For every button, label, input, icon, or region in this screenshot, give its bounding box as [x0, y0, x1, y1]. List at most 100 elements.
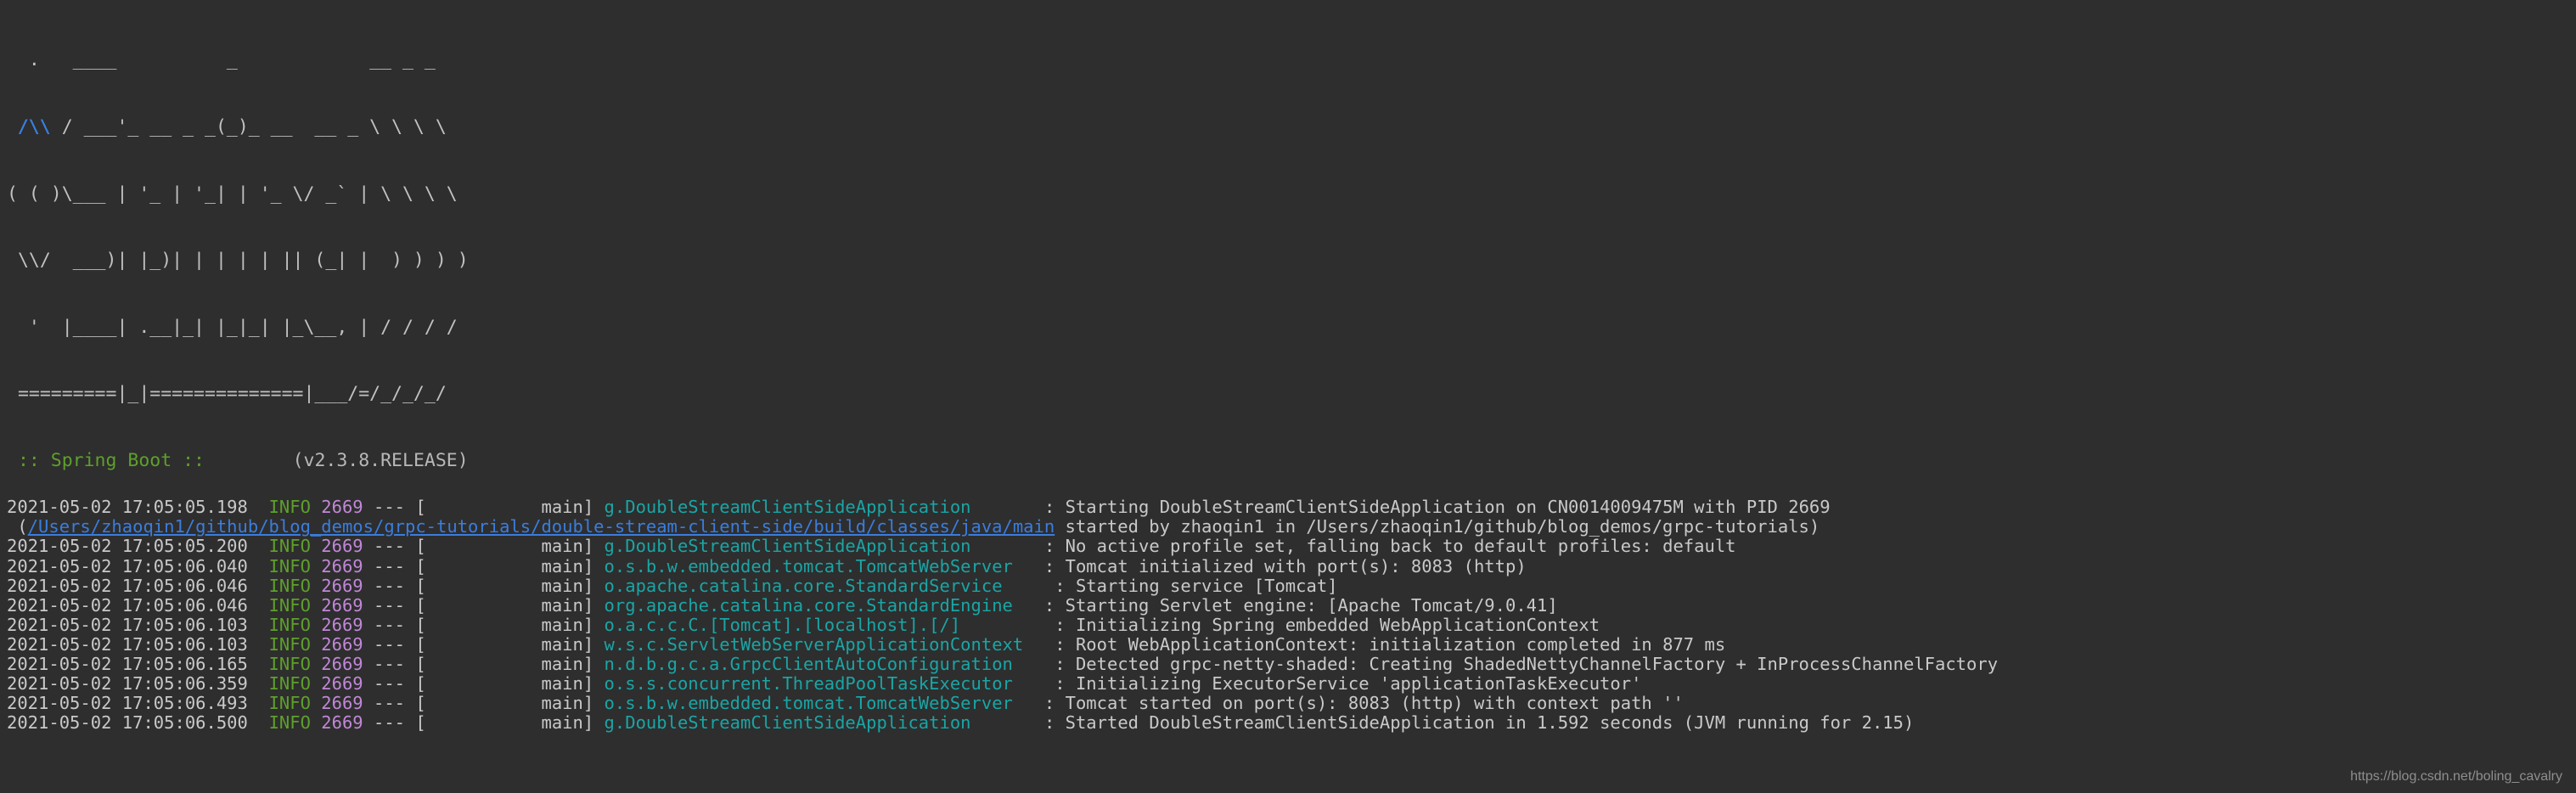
log-colon: : — [1055, 654, 1076, 675]
log-timestamp: 2021-05-02 17:05:06.493 — [7, 693, 269, 714]
banner-footer-spacer — [216, 450, 293, 471]
log-logger-pad — [1013, 654, 1055, 674]
log-separator: --- — [374, 536, 406, 557]
log-pid: 2669 — [321, 654, 363, 675]
log-separator: --- — [374, 693, 406, 714]
log-line: 2021-05-02 17:05:06.103 INFO 2669 --- [ … — [7, 614, 2576, 635]
log-colon: : — [1043, 497, 1066, 518]
log-space-2 — [363, 497, 374, 517]
log-space-3 — [405, 673, 415, 694]
log-separator: --- — [374, 654, 406, 675]
log-line: 2021-05-02 17:05:05.198 INFO 2669 --- [ … — [7, 498, 2576, 517]
log-separator: --- — [374, 575, 406, 596]
log-thread: [ main] — [415, 594, 594, 616]
log-thread: [ main] — [415, 712, 594, 734]
log-space-4 — [593, 576, 604, 596]
log-colon: : — [1043, 712, 1066, 734]
log-space-1 — [311, 497, 321, 517]
log-colon: : — [1043, 536, 1066, 557]
log-message: Initializing Spring embedded WebApplicat… — [1075, 614, 1600, 635]
log-space-3 — [405, 576, 415, 596]
log-timestamp: 2021-05-02 17:05:06.103 — [7, 633, 269, 655]
log-thread: [ main] — [415, 614, 594, 635]
log-space-4 — [593, 654, 604, 674]
log-colon: : — [1043, 555, 1066, 576]
spring-boot-ascii-banner: . ____ _ __ _ _ /\\ / ___'_ __ _ _(_)_ _… — [0, 5, 2576, 450]
banner-line-4: \\/ ___)| |_)| | | | | || (_| | ) ) ) ) — [7, 250, 469, 272]
log-level: INFO — [268, 693, 311, 714]
log-level: INFO — [268, 555, 311, 576]
log-timestamp: 2021-05-02 17:05:06.046 — [7, 575, 269, 596]
log-pid: 2669 — [321, 497, 363, 518]
log-timestamp: 2021-05-02 17:05:06.165 — [7, 654, 269, 675]
log-logger-pad — [1013, 693, 1044, 713]
log-logger: o.s.b.w.embedded.tomcat.TomcatWebServer — [604, 693, 1013, 714]
log-logger: g.DoubleStreamClientSideApplication — [604, 712, 971, 734]
log-pid: 2669 — [321, 693, 363, 714]
banner-line-5: ' |____| .__|_| |_|_| |_\__, | / / / / — [7, 316, 458, 338]
log-line: 2021-05-02 17:05:06.493 INFO 2669 --- [ … — [7, 694, 2576, 713]
log-space-2 — [363, 615, 374, 635]
console-output-pane: . ____ _ __ _ _ /\\ / ___'_ __ _ _(_)_ _… — [0, 0, 2576, 793]
log-logger: o.s.s.concurrent.ThreadPoolTaskExecutor — [604, 673, 1013, 695]
log-colon: : — [1043, 693, 1066, 714]
log-logger: o.a.c.c.C.[Tomcat].[localhost].[/] — [604, 614, 961, 635]
log-space-4 — [593, 712, 604, 733]
banner-footer: :: Spring Boot :: (v2.3.8.RELEASE) — [0, 450, 2576, 472]
log-level: INFO — [268, 673, 311, 695]
log-space-1 — [311, 693, 321, 713]
log-timestamp: 2021-05-02 17:05:06.046 — [7, 594, 269, 616]
log-logger-pad — [1013, 556, 1044, 576]
log-separator: --- — [374, 555, 406, 576]
log-separator: --- — [374, 712, 406, 734]
log-logger-pad — [960, 615, 1055, 635]
classpath-link[interactable]: /Users/zhaoqin1/github/blog_demos/grpc-t… — [28, 516, 1055, 537]
log-space-3 — [405, 536, 415, 556]
log-thread: [ main] — [415, 575, 594, 596]
banner-line-6: =========|_|==============|___/=/_/_/_/ — [7, 383, 447, 405]
log-space-4 — [593, 693, 604, 713]
log-space-2 — [363, 536, 374, 556]
log-continuation-suffix: started by zhaoqin1 in /Users/zhaoqin1/g… — [1055, 516, 1820, 537]
log-logger: w.s.c.ServletWebServerApplicationContext — [604, 633, 1024, 655]
log-thread: [ main] — [415, 693, 594, 714]
log-message: Starting DoubleStreamClientSideApplicati… — [1065, 497, 1831, 518]
log-pid: 2669 — [321, 575, 363, 596]
log-line: 2021-05-02 17:05:06.500 INFO 2669 --- [ … — [7, 713, 2576, 733]
banner-line-1: . ____ _ __ _ _ — [7, 49, 436, 71]
log-colon: : — [1055, 614, 1076, 635]
log-space-2 — [363, 673, 374, 694]
log-level: INFO — [268, 497, 311, 518]
watermark-url: https://blog.csdn.net/boling_cavalry — [2350, 769, 2562, 784]
log-colon: : — [1055, 575, 1076, 596]
log-space-4 — [593, 595, 604, 616]
log-space-2 — [363, 576, 374, 596]
log-thread: [ main] — [415, 633, 594, 655]
log-thread: [ main] — [415, 673, 594, 695]
log-logger-pad — [971, 536, 1044, 556]
log-message: Starting Servlet engine: [Apache Tomcat/… — [1065, 594, 1558, 616]
log-space-4 — [593, 673, 604, 694]
log-logger-pad — [1013, 595, 1044, 616]
log-line: 2021-05-02 17:05:06.040 INFO 2669 --- [ … — [7, 555, 2576, 576]
log-space-2 — [363, 634, 374, 655]
log-logger: g.DoubleStreamClientSideApplication — [604, 497, 971, 518]
log-line-continuation: (/Users/zhaoqin1/github/blog_demos/grpc-… — [7, 517, 2576, 537]
log-logger: o.apache.catalina.core.StandardService — [604, 575, 1003, 596]
log-level: INFO — [268, 614, 311, 635]
log-line: 2021-05-02 17:05:06.165 INFO 2669 --- [ … — [7, 654, 2576, 675]
log-pid: 2669 — [321, 712, 363, 734]
log-space-3 — [405, 693, 415, 713]
log-space-2 — [363, 693, 374, 713]
log-pid: 2669 — [321, 673, 363, 695]
banner-line-2-text: /\\ / ___'_ __ _ _(_)_ __ __ _ \ \ \ \ — [7, 116, 447, 138]
spring-boot-version: (v2.3.8.RELEASE) — [292, 450, 469, 472]
log-timestamp: 2021-05-02 17:05:06.040 — [7, 555, 269, 576]
log-space-2 — [363, 595, 374, 616]
log-pid: 2669 — [321, 594, 363, 616]
banner-line-2: /\\ / ___'_ __ _ _(_)_ __ __ _ \ \ \ \ /… — [7, 116, 2576, 138]
log-logger-pad — [1023, 634, 1055, 655]
log-level: INFO — [268, 633, 311, 655]
log-message: Initializing ExecutorService 'applicatio… — [1075, 673, 1642, 695]
log-space-3 — [405, 712, 415, 733]
